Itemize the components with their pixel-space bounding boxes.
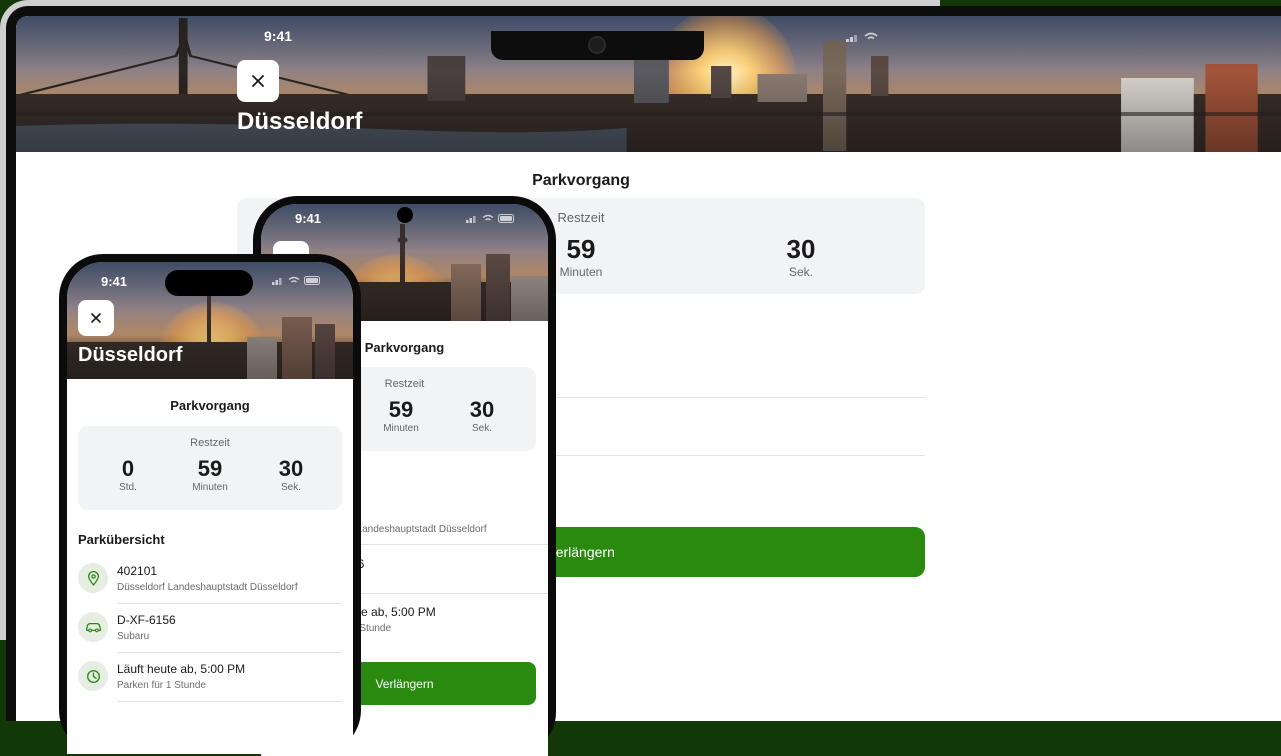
minutes-value: 59 bbox=[388, 397, 414, 422]
zone-subtitle: Düsseldorf Landeshauptstadt Düsseldorf bbox=[117, 581, 298, 593]
car-icon bbox=[85, 622, 101, 633]
section-title: Parkvorgang bbox=[170, 398, 250, 413]
timer-card: Restzeit 0 Std. 59 Minuten 30 Sek. bbox=[78, 426, 342, 510]
cellular-signal-icon bbox=[846, 34, 857, 42]
camera-icon bbox=[397, 207, 413, 223]
dynamic-island bbox=[165, 270, 253, 296]
status-time: 9:41 bbox=[264, 28, 293, 44]
location-pin-icon bbox=[87, 570, 99, 586]
city-title: Düsseldorf bbox=[237, 108, 363, 135]
phone-front-screen: 9:41 Düsseldorf Parkvorgang Restzeit 0 S… bbox=[67, 262, 353, 754]
minutes-label: Minuten bbox=[192, 482, 228, 493]
seconds-cell: 30 Sek. bbox=[751, 234, 851, 279]
overview-title: Parkübersicht bbox=[78, 532, 165, 547]
close-button[interactable] bbox=[237, 60, 279, 102]
vehicle-plate: D-XF-6156 bbox=[117, 612, 176, 627]
hours-value: 0 bbox=[121, 456, 135, 481]
camera-icon bbox=[588, 36, 606, 54]
wifi-icon bbox=[864, 32, 878, 40]
status-time: 9:41 bbox=[295, 211, 322, 226]
hours-cell: 0 Std. bbox=[93, 456, 163, 493]
expiry-title: Läuft heute ab, 5:00 PM bbox=[117, 661, 246, 676]
seconds-label: Sek. bbox=[471, 423, 492, 434]
city-title: Düsseldorf bbox=[78, 344, 183, 366]
phone-front: 9:41 Düsseldorf Parkvorgang Restzeit 0 S… bbox=[59, 254, 361, 754]
expiry-title-fragment: ute ab, 5:00 PM bbox=[351, 605, 436, 619]
zone-subtitle-fragment: f Landeshauptstadt Düsseldorf bbox=[351, 524, 487, 535]
seconds-value: 30 bbox=[786, 234, 816, 264]
seconds-cell: 30 Sek. bbox=[447, 397, 517, 434]
wifi-icon bbox=[288, 276, 300, 283]
status-time: 9:41 bbox=[101, 274, 128, 289]
zone-title: 402101 bbox=[117, 563, 158, 578]
seconds-label: Sek. bbox=[280, 482, 301, 493]
close-icon bbox=[91, 313, 101, 323]
time-row[interactable]: Läuft heute ab, 5:00 PM Parken für 1 Stu… bbox=[78, 659, 353, 693]
seconds-cell: 30 Sek. bbox=[256, 456, 326, 493]
cellular-signal-icon bbox=[466, 215, 476, 223]
minutes-cell: 59 Minuten bbox=[366, 397, 436, 434]
vehicle-model: Subaru bbox=[117, 630, 150, 642]
zone-row[interactable]: 402101 Düsseldorf Landeshauptstadt Düsse… bbox=[78, 561, 353, 595]
remaining-label: Restzeit bbox=[190, 437, 230, 449]
hours-label: Std. bbox=[119, 482, 137, 493]
close-button[interactable] bbox=[78, 300, 114, 336]
parking-sheet: Parkvorgang Restzeit 0 Std. 59 Minuten 3… bbox=[67, 379, 353, 754]
cellular-signal-icon bbox=[272, 277, 282, 285]
section-title: Parkvorgang bbox=[532, 172, 630, 189]
battery-icon bbox=[304, 276, 320, 285]
clock-icon bbox=[86, 669, 100, 683]
seconds-value: 30 bbox=[469, 397, 495, 422]
close-icon bbox=[252, 75, 264, 87]
seconds-label: Sek. bbox=[788, 265, 813, 279]
seconds-value: 30 bbox=[278, 456, 304, 481]
minutes-label: Minuten bbox=[383, 423, 419, 434]
battery-icon bbox=[498, 214, 514, 223]
duration-subtitle: Parken für 1 Stunde bbox=[117, 679, 206, 691]
minutes-value: 59 bbox=[197, 456, 223, 481]
minutes-cell: 59 Minuten bbox=[175, 456, 245, 493]
vehicle-row[interactable]: D-XF-6156 Subaru bbox=[78, 610, 353, 644]
wifi-icon bbox=[482, 214, 494, 221]
